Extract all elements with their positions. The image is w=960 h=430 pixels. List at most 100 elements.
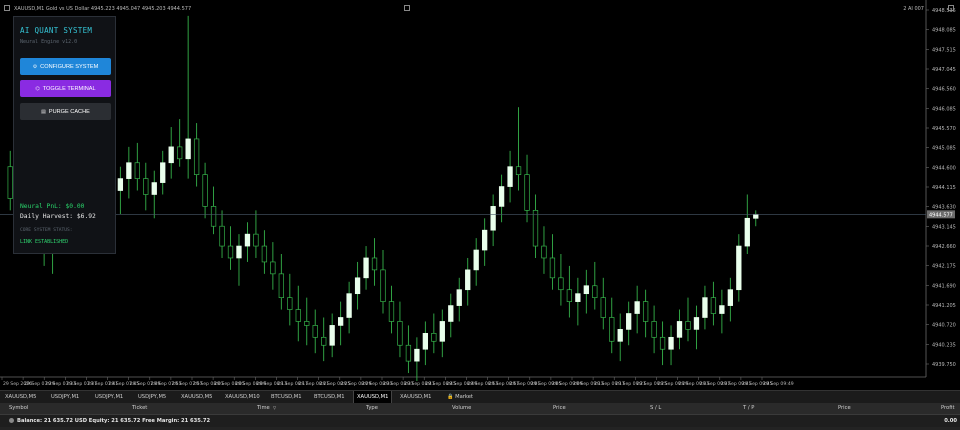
bear-candle	[549, 257, 556, 279]
bear-candle	[270, 261, 276, 275]
balance-row[interactable]: Balance: 21 635.72 USD Equity: 21 635.72…	[0, 415, 960, 427]
bull-candle	[490, 206, 496, 231]
tab-usdjpy-m1[interactable]: USDJPY,M1	[48, 391, 82, 403]
tab-usdjpy-m5[interactable]: USDJPY,M5	[135, 391, 169, 403]
bull-candle	[583, 285, 589, 295]
price-tick-label: 4943.145	[932, 224, 956, 230]
col-time[interactable]: Time	[257, 405, 270, 411]
candlestick-chart[interactable]: 4948.5354948.0854947.5154947.0454946.560…	[0, 0, 960, 390]
bull-candle	[676, 321, 683, 338]
bull-candle	[236, 245, 242, 259]
bull-candle	[126, 162, 132, 179]
col-price[interactable]: Price	[553, 405, 566, 411]
bull-candle	[482, 229, 488, 251]
bull-candle	[363, 257, 369, 279]
chart-tabs-bar: XAUUSD,M5 USDJPY,M1 USDJPY,M1 USDJPY,M5 …	[0, 390, 960, 403]
bull-candle	[151, 182, 157, 195]
bear-candle	[558, 277, 564, 291]
bear-candle	[685, 321, 691, 330]
bull-candle	[168, 146, 174, 164]
tab-xauusd-m5[interactable]: XAUUSD,M5	[2, 391, 39, 403]
bear-candle	[312, 325, 318, 338]
chart-window[interactable]: 4948.535 4948.085 4947.515 4947.045 4946.560…	[0, 0, 960, 390]
chart-symbol-title: XAUUSD,M1 Gold vs US Dollar 4945.223 494…	[14, 6, 192, 12]
panel-subtitle: Neural Engine v12.0	[20, 39, 78, 45]
bear-candle	[642, 301, 649, 322]
expert-status: 2 AI 007	[903, 6, 924, 12]
bear-candle	[278, 273, 284, 298]
bear-candle	[177, 146, 183, 160]
daily-harvest: Daily Harvest: $6.92	[20, 213, 96, 220]
bear-candle	[532, 210, 539, 247]
bull-candle	[354, 277, 361, 295]
configure-system-button[interactable]: ⚙ CONFIGURE SYSTEM	[20, 58, 111, 75]
bear-candle	[227, 245, 234, 259]
col-tp[interactable]: T / P	[743, 405, 754, 411]
time-tick-label: 29 Sep 09:49	[763, 381, 794, 387]
bear-candle	[295, 309, 301, 322]
bear-candle	[592, 285, 598, 298]
bear-candle	[371, 257, 378, 271]
ai-quant-panel: AI QUANT SYSTEM Neural Engine v12.0 ⚙ CO…	[13, 16, 116, 254]
price-tick-label: 4947.045	[932, 67, 956, 73]
col-type[interactable]: Type	[366, 405, 378, 411]
bull-candle	[329, 325, 335, 346]
bear-candle	[405, 344, 412, 362]
col-sl[interactable]: S / L	[650, 405, 661, 411]
tab-usdjpy-m1-2[interactable]: USDJPY,M1	[92, 391, 126, 403]
tab-xauusd-m1[interactable]: XAUUSD,M1	[353, 391, 393, 403]
price-tick-label: 4941.690	[932, 283, 956, 289]
price-tick-label: 4939.750	[932, 362, 956, 368]
bear-candle	[253, 233, 259, 247]
bull-candle	[498, 186, 505, 207]
bull-candle	[617, 329, 623, 342]
col-volume[interactable]: Volume	[452, 405, 471, 411]
balance-summary: Balance: 21 635.72 USD Equity: 21 635.72…	[17, 418, 211, 424]
configure-system-label: CONFIGURE SYSTEM	[40, 63, 99, 70]
bear-candle	[380, 269, 386, 302]
bear-candle	[134, 162, 140, 179]
tab-xauusd-m1-2[interactable]: XAUUSD,M1	[397, 391, 434, 403]
bear-candle	[304, 321, 310, 326]
bear-candle	[659, 336, 666, 350]
bull-candle	[575, 293, 581, 302]
bull-candle	[439, 321, 445, 342]
tab-xauusd-m10[interactable]: XAUUSD,M10	[222, 391, 263, 403]
bull-candle	[668, 336, 674, 350]
one-click-trading-icon[interactable]	[404, 5, 410, 11]
chart-menu-icon[interactable]	[4, 5, 10, 11]
bull-candle	[507, 166, 513, 187]
bear-candle	[600, 297, 606, 318]
price-tick-label: 4944.600	[932, 165, 956, 171]
bear-candle	[609, 317, 615, 342]
bear-candle	[566, 289, 573, 302]
col-profit[interactable]: Profit	[941, 405, 955, 411]
bull-candle	[465, 269, 471, 291]
bear-candle	[7, 166, 13, 199]
trade-levels-icon[interactable]	[948, 5, 954, 11]
col-symbol[interactable]: Symbol	[9, 405, 28, 411]
col-ticket[interactable]: Ticket	[132, 405, 147, 411]
purge-cache-button[interactable]: ▤ PURGE CACHE	[20, 103, 111, 120]
bull-candle	[337, 317, 344, 326]
bull-candle	[693, 317, 700, 330]
bear-candle	[261, 245, 268, 263]
toggle-terminal-button[interactable]: ⌬ TOGGLE TERMINAL	[20, 80, 111, 97]
tab-market[interactable]: 🔒 Market	[444, 391, 476, 403]
bull-candle	[736, 245, 742, 291]
price-tick-label: 4942.660	[932, 244, 956, 250]
bear-candle	[651, 321, 657, 338]
price-tick-label: 4944.115	[932, 185, 956, 191]
bull-candle	[160, 162, 166, 183]
trade-table-header: Symbol Ticket Time ▽ Type Volume Price S…	[0, 403, 960, 415]
core-status-label: CORE SYSTEM STATUS:	[20, 228, 73, 233]
purge-cache-label: PURGE CACHE	[48, 108, 90, 115]
tab-xauusd-m5-2[interactable]: XAUUSD,M5	[178, 391, 215, 403]
col-current-price[interactable]: Price	[838, 405, 851, 411]
tab-btcusd-m1[interactable]: BTCUSD,M1	[268, 391, 305, 403]
bear-candle	[287, 297, 293, 310]
bear-candle	[397, 321, 403, 346]
bull-candle	[473, 249, 479, 271]
tab-btcusd-m1-2[interactable]: BTCUSD,M1	[311, 391, 348, 403]
bull-candle	[753, 213, 759, 219]
